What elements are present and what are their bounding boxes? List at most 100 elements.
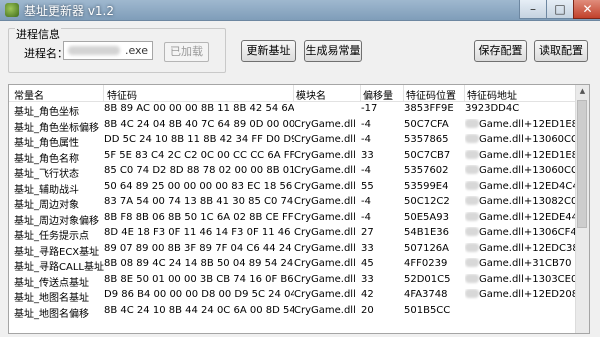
cell-signature-position-text: 5357602 <box>404 165 449 176</box>
cell-module: CryGame.dll <box>294 134 362 145</box>
cell-signature: 8D 4E 18 F3 0F 11 46 14 F3 0F 11 46 10..… <box>104 227 294 238</box>
cell-constant-name-text: 基址_寻路CALL基址 <box>14 262 104 273</box>
loaded-button[interactable]: 已加载 <box>164 42 209 62</box>
table-row[interactable]: 基址_任务提示点 8D 4E 18 F3 0F 11 46 14 F3 0F 11… <box>9 226 577 242</box>
cell-constant-name: 基址_辅助战斗 <box>14 181 104 196</box>
header-offset[interactable]: 偏移量 <box>363 87 393 102</box>
header-signature-position[interactable]: 特征码位置 <box>406 87 456 102</box>
cell-signature: 5F 5E 83 C4 2C C2 0C 00 CC CC 6A FF <box>104 150 294 161</box>
cell-constant-name-text: 基址_传送点基址 <box>14 277 89 289</box>
process-name-input[interactable]: .exe <box>63 41 153 60</box>
maximize-button[interactable]: □ <box>546 0 574 19</box>
redacted-module-prefix <box>465 118 479 128</box>
cell-module: CryGame.dll <box>294 196 362 207</box>
cell-constant-name: 基址_地图名偏移 <box>14 305 104 320</box>
cell-signature-position-text: 50C7CB7 <box>404 149 451 161</box>
cell-signature-address-text: Game.dll+13082C0 <box>479 196 577 207</box>
cell-constant-name: 基址_任务提示点 <box>14 227 104 242</box>
cell-constant-name-text: 基址_角色名称 <box>14 153 79 165</box>
cell-signature-text: 8D 4E 18 F3 0F 11 46 14 F3 0F 11 46 10..… <box>104 227 294 238</box>
table-row[interactable]: 基址_周边对象 83 7A 54 00 74 13 8B 41 30 85 C0 … <box>9 195 577 211</box>
cell-offset: 33 <box>361 243 403 254</box>
table-row[interactable]: 基址_地图名基址 D9 86 B4 00 00 00 D8 00 D9 5C 24… <box>9 288 577 304</box>
table-row[interactable]: 基址_周边对象偏移 8B F8 8B 06 8B 50 1C 6A 02 8B C… <box>9 211 577 227</box>
table-row[interactable]: 基址_地图名偏移 8B 4C 24 10 8B 44 24 0C 6A 00 8D… <box>9 304 577 320</box>
table-row[interactable]: 基址_寻路ECX基址 89 07 89 00 8B 3F 89 7F 04 C6 … <box>9 242 577 258</box>
cell-signature-address-text: 3923DD4C <box>465 103 520 114</box>
redacted-module-prefix <box>465 289 479 298</box>
table-row[interactable]: 基址_角色名称 5F 5E 83 C4 2C C2 0C 00 CC CC 6A … <box>9 149 577 165</box>
redacted-module-prefix <box>465 196 479 205</box>
table-row[interactable]: 基址_角色属性 DD 5C 24 10 8B 11 8B 42 34 FF D0 … <box>9 133 577 149</box>
scroll-up-arrow-icon[interactable]: ▲ <box>576 85 589 98</box>
cell-module: CryGame.dll <box>294 258 362 269</box>
cell-signature-address: Game.dll+13082C0 <box>465 196 577 207</box>
cell-signature-position: 50C7CB7 <box>404 150 464 161</box>
cell-constant-name-text: 基址_飞行状态 <box>14 169 79 180</box>
redacted-module-prefix <box>465 165 479 174</box>
cell-module: CryGame.dll <box>294 305 362 316</box>
title-bar[interactable]: 基址更新器 v1.2 – □ ✕ <box>0 0 600 21</box>
cell-signature-address: Game.dll+31CB70 <box>465 258 577 269</box>
minimize-button[interactable]: – <box>519 0 547 19</box>
cell-constant-name-text: 基址_角色属性 <box>14 138 79 149</box>
cell-offset-text: -4 <box>361 118 371 130</box>
table-row[interactable]: 基址_传送点基址 8B 8E 50 01 00 00 3B CB 74 16 0F… <box>9 273 577 289</box>
cell-signature-address-text: Game.dll+12EDE44 <box>479 211 577 223</box>
cell-signature-position: 4FF0239 <box>404 258 464 269</box>
cell-module: CryGame.dll <box>294 119 362 130</box>
cell-constant-name: 基址_寻路CALL基址 <box>14 258 104 273</box>
redacted-module-prefix <box>465 149 479 159</box>
table-row[interactable]: 基址_飞行状态 85 C0 74 D2 8D 88 78 02 00 00 8B … <box>9 164 577 180</box>
cell-offset-text: 20 <box>361 304 374 316</box>
cell-signature-text: D9 86 B4 00 00 00 D8 00 D9 5C 24 04 ... <box>104 289 294 300</box>
cell-constant-name: 基址_角色名称 <box>14 150 104 165</box>
redacted-module-prefix <box>465 211 479 221</box>
redacted-module-prefix <box>465 180 479 190</box>
scroll-thumb[interactable] <box>577 100 587 228</box>
table-row[interactable]: 基址_辅助战斗 50 64 89 25 00 00 00 00 83 EC 18 … <box>9 180 577 196</box>
cell-offset: 33 <box>361 150 403 161</box>
header-constant-name[interactable]: 常量名 <box>14 87 44 102</box>
cell-constant-name-text: 基址_地图名偏移 <box>14 308 89 320</box>
table-row[interactable]: 基址_角色坐标 8B 89 AC 00 00 00 8B 11 8B 42 54 … <box>9 102 577 118</box>
cell-offset-text: -4 <box>361 196 371 207</box>
table-row[interactable]: 基址_寻路CALL基址 8B 08 89 4C 24 14 8B 50 04 89… <box>9 257 577 273</box>
cell-offset-text: 42 <box>361 289 374 300</box>
cell-constant-name-text: 基址_辅助战斗 <box>14 184 79 196</box>
cell-module-text: CryGame.dll <box>294 165 356 176</box>
signature-list[interactable]: 常量名 特征码 模块名 偏移量 特征码位置 特征码地址 基址_角色坐标 8B 89… <box>8 84 590 334</box>
cell-signature-position: 50C12C2 <box>404 196 464 207</box>
cell-offset: 27 <box>361 227 403 238</box>
cell-offset-text: -4 <box>361 211 371 223</box>
vertical-scrollbar[interactable]: ▲ <box>575 85 589 333</box>
read-config-button[interactable]: 读取配置 <box>534 40 588 62</box>
save-config-button[interactable]: 保存配置 <box>474 40 527 62</box>
cell-signature: 8B 4C 24 04 8B 40 7C 64 89 0D 00 00 0... <box>104 119 294 130</box>
cell-offset: -4 <box>361 212 403 223</box>
cell-signature-text: 8B 08 89 4C 24 14 8B 50 04 89 54 24 1... <box>104 258 294 269</box>
cell-signature-position-text: 53599E4 <box>404 180 449 192</box>
cell-signature-address-text: Game.dll+31CB70 <box>479 258 572 269</box>
cell-signature-text: 89 07 89 00 8B 3F 89 7F 04 C6 44 24 4... <box>104 242 294 254</box>
cell-offset-text: 33 <box>361 242 374 254</box>
close-button[interactable]: ✕ <box>573 0 600 19</box>
cell-module-text: CryGame.dll <box>294 118 356 130</box>
cell-signature: 83 7A 54 00 74 13 8B 41 30 85 C0 74 0... <box>104 196 294 207</box>
update-base-button[interactable]: 更新基址 <box>241 40 296 62</box>
header-module[interactable]: 模块名 <box>296 87 326 102</box>
header-signature-address[interactable]: 特征码地址 <box>467 87 517 102</box>
cell-constant-name-text: 基址_周边对象 <box>14 200 79 211</box>
cell-signature-position-text: 507126A <box>404 242 450 254</box>
cell-signature-position: 50C7CFA <box>404 119 464 130</box>
cell-module: CryGame.dll <box>294 150 362 161</box>
cell-signature: D9 86 B4 00 00 00 D8 00 D9 5C 24 04 ... <box>104 289 294 300</box>
cell-module: CryGame.dll <box>294 227 362 238</box>
table-row[interactable]: 基址_角色坐标偏移 8B 4C 24 04 8B 40 7C 64 89 0D 0… <box>9 118 577 134</box>
window-title: 基址更新器 v1.2 <box>24 4 115 18</box>
cell-constant-name: 基址_角色坐标偏移 <box>14 119 104 134</box>
header-signature[interactable]: 特征码 <box>107 87 137 102</box>
cell-module: CryGame.dll <box>294 212 362 223</box>
generate-constants-button[interactable]: 生成易常量 <box>304 40 362 62</box>
cell-signature: 50 64 89 25 00 00 00 00 83 EC 18 56 8... <box>104 181 294 192</box>
